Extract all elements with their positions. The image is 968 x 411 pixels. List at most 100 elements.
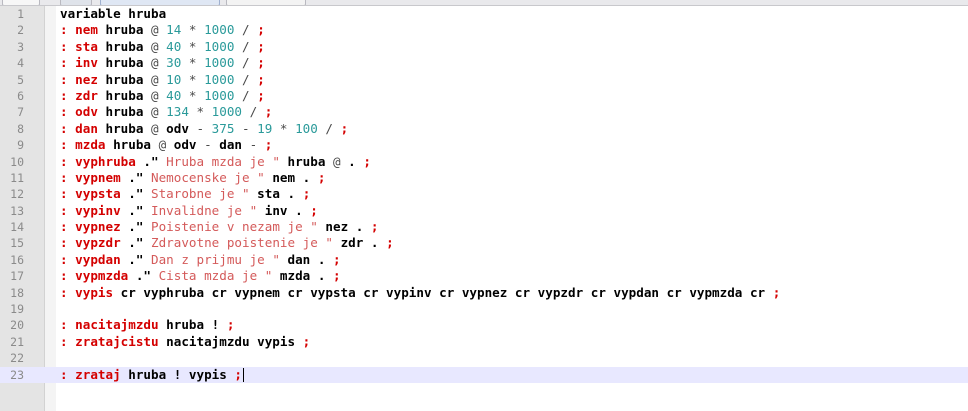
code-line[interactable]: 2: nem hruba @ 14 * 1000 / ; — [0, 22, 968, 38]
code-line[interactable]: 15: vypzdr ." Zdravotne poistenie je " z… — [0, 235, 968, 251]
code-token: / — [234, 87, 258, 103]
code-token: ; — [333, 251, 341, 267]
code-token: hruba ! — [158, 317, 227, 333]
code-token: ; — [264, 137, 273, 153]
code-token: 14 — [166, 22, 182, 38]
code-line[interactable]: 20: nacitajmzdu hruba ! ; — [0, 317, 968, 333]
code-token: hruba — [279, 153, 333, 169]
line-number: 17 — [10, 269, 24, 284]
code-token: : zratajcistu — [60, 333, 159, 349]
code-token: * — [188, 104, 212, 120]
code-text[interactable]: : vypinv ." Invalidne je " inv . ; — [60, 203, 318, 219]
code-text[interactable]: : vypis cr vyphruba cr vypnem cr vypsta … — [60, 285, 780, 301]
line-number: 23 — [10, 367, 24, 382]
code-token: . — [355, 219, 371, 235]
code-token: @ — [151, 22, 167, 38]
code-text[interactable]: : vypnez ." Poistenie v nezam je " nez .… — [60, 219, 379, 235]
code-text[interactable]: : odv hruba @ 134 * 1000 / ; — [60, 104, 272, 120]
code-token: 40 — [166, 87, 182, 103]
code-token: ." — [120, 219, 152, 235]
code-token: ; — [302, 333, 311, 349]
code-token: : mzda — [60, 137, 106, 153]
code-line[interactable]: 7: odv hruba @ 134 * 1000 / ; — [0, 104, 968, 120]
code-line[interactable]: 12: vypsta ." Starobne je " sta . ; — [0, 186, 968, 202]
line-number: 5 — [17, 72, 24, 87]
code-text[interactable]: : zratajcistu nacitajmzdu vypis ; — [60, 334, 310, 350]
code-text[interactable]: : dan hruba @ odv - 375 - 19 * 100 / ; — [60, 121, 348, 137]
code-line[interactable]: 10: vyphruba ." Hruba mzda je " hruba @ … — [0, 154, 968, 170]
line-number: 1 — [17, 7, 24, 21]
code-token: * — [181, 22, 205, 38]
line-number: 13 — [10, 203, 24, 218]
code-text[interactable]: : nem hruba @ 14 * 1000 / ; — [60, 22, 265, 38]
line-number: 19 — [10, 302, 24, 317]
code-line[interactable]: 16: vypdan ." Dan z prijmu je " dan . ; — [0, 252, 968, 268]
code-text[interactable]: : vypsta ." Starobne je " sta . ; — [60, 186, 310, 202]
code-text[interactable]: : nez hruba @ 10 * 1000 / ; — [60, 72, 265, 88]
code-token: 30 — [166, 55, 182, 71]
code-token: inv — [257, 202, 296, 218]
code-line[interactable]: 21: zratajcistu nacitajmzdu vypis ; — [0, 334, 968, 350]
code-token: - — [196, 137, 220, 153]
code-line[interactable]: 6: zdr hruba @ 40 * 1000 / ; — [0, 88, 968, 104]
code-token: : vypdan — [60, 251, 121, 267]
code-token: ; — [772, 284, 781, 300]
code-token: ; — [264, 104, 273, 120]
code-token: @ — [151, 38, 167, 54]
code-line[interactable]: 23 : zrataj hruba ! vypis ; — [0, 366, 968, 383]
code-editor[interactable]: 1 variable hruba 2: nem hruba @ 14 * 1000 … — [0, 6, 968, 383]
code-token: Dan z prijmu je " — [151, 251, 280, 267]
code-token: ; — [386, 235, 394, 251]
code-text[interactable]: : vypnem ." Nemocenske je " nem . ; — [60, 170, 325, 186]
code-token: odv — [166, 120, 189, 136]
code-token: hruba — [97, 120, 151, 136]
code-line[interactable]: 3: sta hruba @ 40 * 1000 / ; — [0, 39, 968, 55]
code-line[interactable]: 4: inv hruba @ 30 * 1000 / ; — [0, 55, 968, 71]
code-token: ; — [226, 317, 235, 333]
code-token: @ — [151, 120, 167, 136]
code-token: . — [302, 169, 318, 185]
code-token: hruba — [97, 38, 151, 54]
code-token: @ — [332, 153, 349, 169]
code-line[interactable]: 5 : nez hruba @ 10 * 1000 / ; — [0, 72, 968, 88]
code-text[interactable]: : zdr hruba @ 40 * 1000 / ; — [60, 88, 265, 104]
code-line[interactable]: 1 variable hruba — [0, 6, 968, 22]
code-text[interactable]: : vypmzda ." Cista mzda je " mzda . ; — [60, 268, 341, 284]
code-token: ." — [120, 202, 152, 218]
code-text[interactable]: : zrataj hruba ! vypis ; — [60, 367, 244, 383]
code-line[interactable]: 22 — [0, 350, 968, 366]
code-token: * — [181, 38, 205, 54]
code-token: ; — [317, 169, 326, 185]
code-token: : odv — [60, 104, 98, 120]
code-token: ; — [234, 366, 242, 382]
code-text[interactable]: : nacitajmzdu hruba ! ; — [60, 317, 234, 333]
code-token: : vypnez — [60, 219, 121, 235]
code-token: . — [317, 268, 333, 284]
code-line[interactable]: 17 : vypmzda ." Cista mzda je " mzda . ; — [0, 268, 968, 284]
code-line[interactable]: 11: vypnem ." Nemocenske je " nem . ; — [0, 170, 968, 186]
code-line[interactable]: 14: vypnez ." Poistenie v nezam je " nez… — [0, 219, 968, 235]
code-text[interactable]: : mzda hruba @ odv - dan - ; — [60, 137, 272, 153]
code-token: : nem — [60, 22, 98, 38]
code-token: ; — [257, 55, 265, 71]
code-token: 1000 — [204, 71, 235, 87]
code-token: nem — [264, 169, 303, 185]
code-line[interactable]: 13 : vypinv ." Invalidne je " inv . ; — [0, 203, 968, 219]
code-token: ; — [257, 22, 265, 38]
code-text[interactable]: : vyphruba ." Hruba mzda je " hruba @ . … — [60, 154, 371, 170]
code-token: ; — [257, 38, 265, 54]
code-line[interactable]: 19 — [0, 301, 968, 317]
code-token: : vypmzda — [60, 268, 129, 284]
code-token: 1000 — [204, 55, 235, 71]
line-number: 8 — [17, 121, 24, 136]
code-text[interactable]: : inv hruba @ 30 * 1000 / ; — [60, 55, 265, 71]
code-token: hruba — [97, 55, 151, 71]
code-text[interactable]: : vypdan ." Dan z prijmu je " dan . ; — [60, 252, 341, 268]
code-text[interactable]: : sta hruba @ 40 * 1000 / ; — [60, 39, 265, 55]
code-text[interactable]: variable hruba — [60, 6, 166, 22]
code-line[interactable]: 18: vypis cr vyphruba cr vypnem cr vypst… — [0, 285, 968, 301]
code-line[interactable]: 9: mzda hruba @ odv - dan - ; — [0, 137, 968, 153]
code-token: ." — [120, 235, 152, 251]
code-text[interactable]: : vypzdr ." Zdravotne poistenie je " zdr… — [60, 235, 394, 251]
code-line[interactable]: 8 : dan hruba @ odv - 375 - 19 * 100 / ; — [0, 121, 968, 137]
